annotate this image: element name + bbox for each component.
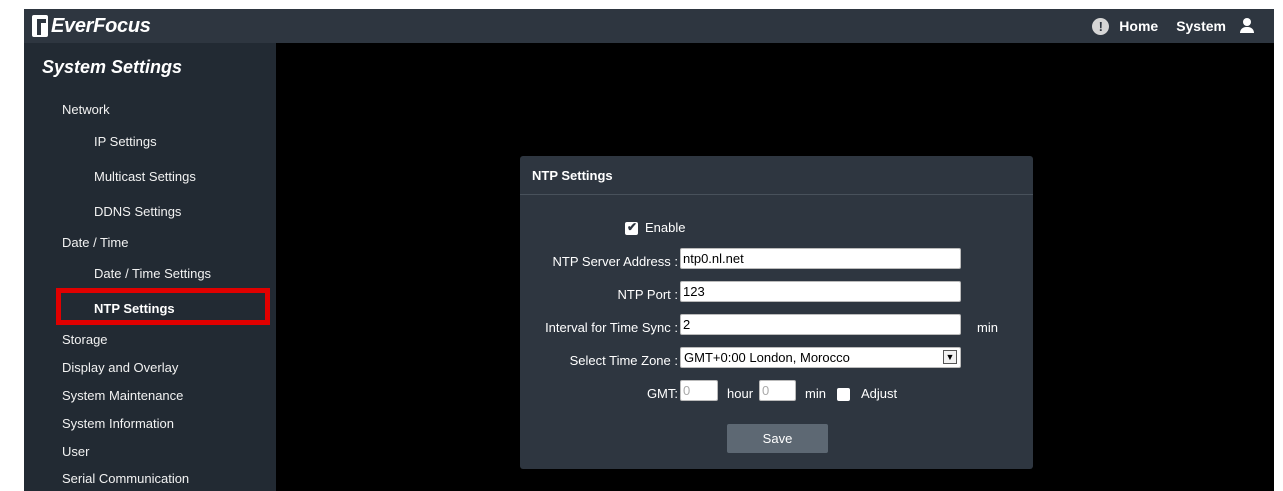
everfocus-logo[interactable]: EverFocus [32,13,151,39]
sidebar-item-date-time[interactable]: Date / Time [62,235,128,250]
sidebar-item-multicast-settings[interactable]: Multicast Settings [94,169,196,184]
interval-label: Interval for Time Sync : [545,320,678,335]
ntp-server-label: NTP Server Address : [552,254,678,269]
save-button[interactable]: Save [727,424,828,453]
top-bar: EverFocus ! Home System [24,9,1274,43]
user-icon[interactable] [1240,18,1254,34]
adjust-checkbox[interactable] [837,388,850,401]
system-link[interactable]: System [1176,18,1226,34]
enable-checkbox[interactable]: ✔ [625,220,638,235]
timezone-value: GMT+0:00 London, Morocco [684,350,850,365]
sidebar-item-user[interactable]: User [62,444,89,459]
hour-label: hour [727,386,754,401]
timezone-select[interactable]: GMT+0:00 London, Morocco ▼ [680,347,961,368]
gmt-hour-input[interactable]: 0 [680,380,718,401]
logo-text: EverFocus [51,14,151,37]
sidebar: System Settings Network IP Settings Mult… [24,43,276,491]
sidebar-item-ip-settings[interactable]: IP Settings [94,134,157,149]
logo-icon [32,15,48,37]
interval-input[interactable]: 2 [680,314,961,335]
sidebar-item-system-information[interactable]: System Information [62,416,174,431]
sidebar-title: System Settings [42,57,183,77]
ntp-port-input[interactable]: 123 [680,281,961,302]
ntp-settings-panel: NTP Settings ✔ Enable NTP Server Address… [520,156,1033,469]
top-nav: ! Home System [1092,9,1254,43]
sidebar-item-date-time-settings[interactable]: Date / Time Settings [94,266,211,281]
sidebar-item-display-and-overlay[interactable]: Display and Overlay [62,360,178,375]
highlight-box [56,288,270,325]
home-link[interactable]: Home [1119,18,1158,34]
sidebar-item-storage[interactable]: Storage [62,332,108,347]
app-window: EverFocus ! Home System System Settings … [24,9,1274,491]
sidebar-item-serial-communication[interactable]: Serial Communication [62,471,189,486]
chevron-down-icon[interactable]: ▼ [943,350,957,364]
alert-icon[interactable]: ! [1092,17,1110,35]
sidebar-item-system-maintenance[interactable]: System Maintenance [62,388,183,403]
enable-label: Enable [645,220,686,235]
timezone-label: Select Time Zone : [569,353,678,368]
adjust-label: Adjust [861,386,898,401]
ntp-server-input[interactable]: ntp0.nl.net [680,248,961,269]
sidebar-item-ddns-settings[interactable]: DDNS Settings [94,204,181,219]
ntp-port-label: NTP Port : [617,287,678,302]
sidebar-item-network[interactable]: Network [62,102,110,117]
min-label: min [805,386,826,401]
checkmark-icon: ✔ [627,220,638,234]
interval-unit: min [977,320,998,335]
panel-title: NTP Settings [520,156,1033,195]
gmt-min-input[interactable]: 0 [759,380,796,401]
gmt-label: GMT: [646,386,678,401]
